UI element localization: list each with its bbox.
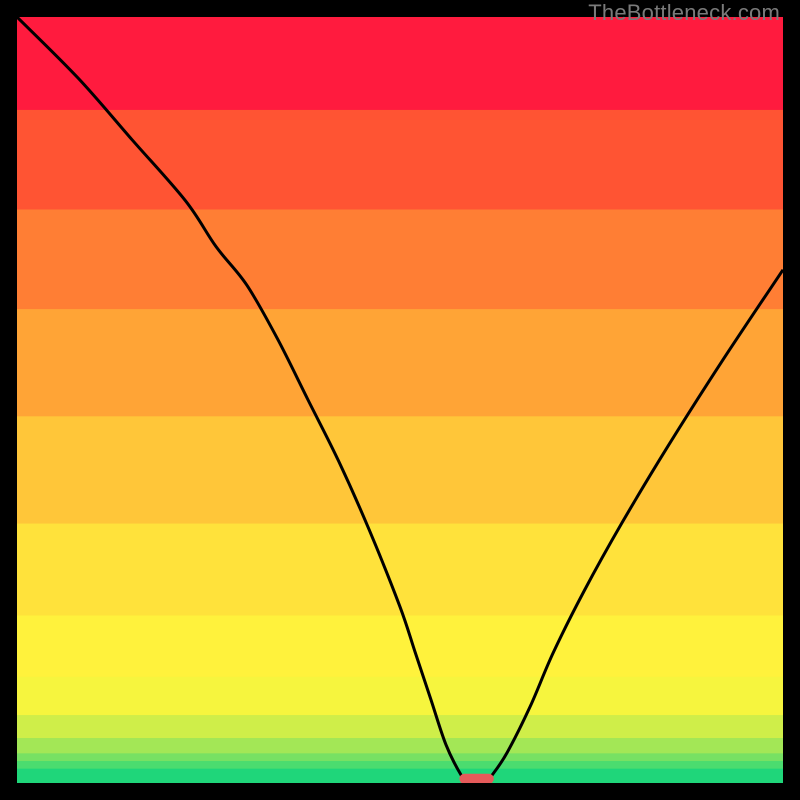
bottleneck-chart: [17, 17, 783, 783]
watermark-text: TheBottleneck.com: [588, 0, 780, 26]
chart-frame: [17, 17, 783, 783]
optimal-marker: [459, 774, 493, 783]
